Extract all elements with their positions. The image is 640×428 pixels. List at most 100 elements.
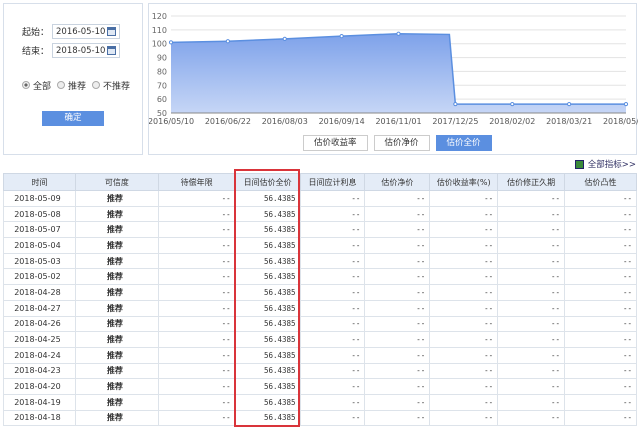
data-point[interactable] <box>510 101 515 107</box>
table-cell: -- <box>564 221 637 239</box>
radio-icon[interactable] <box>92 81 101 89</box>
calendar-icon[interactable] <box>107 27 117 36</box>
data-point[interactable] <box>567 101 572 107</box>
table-cell: -- <box>564 299 637 317</box>
table-cell: 56.4385 <box>234 331 301 348</box>
table-cell: -- <box>157 315 236 333</box>
data-point[interactable] <box>225 39 230 44</box>
table-cell: -- <box>157 331 236 348</box>
end-date-row: 结束： 2018-05-10 <box>22 43 121 58</box>
all-indicators-label[interactable]: 全部指标>> <box>588 158 636 170</box>
table-cell: -- <box>157 237 236 254</box>
radio-recommended[interactable]: 推荐 <box>57 79 86 92</box>
column-header[interactable]: 待偿年限 <box>157 173 236 191</box>
table-cell: -- <box>564 284 637 301</box>
y-tick-label: 110 <box>152 26 167 35</box>
table-cell: -- <box>364 284 431 301</box>
excel-icon[interactable] <box>574 159 584 169</box>
radio-all[interactable]: 全部 <box>22 79 51 92</box>
table-cell: -- <box>429 346 499 364</box>
radio-icon[interactable] <box>57 81 66 89</box>
table-cell: -- <box>429 393 499 411</box>
table-cell: 推荐 <box>74 362 159 380</box>
calendar-icon[interactable] <box>107 46 117 55</box>
table-row: 2018-04-24 推荐 -- 56.4385 -- -- -- -- -- <box>3 346 637 364</box>
table-cell: -- <box>364 362 431 380</box>
end-date-input[interactable]: 2018-05-10 <box>52 43 121 58</box>
table-cell: 56.4385 <box>234 205 301 223</box>
table-cell: -- <box>564 378 637 395</box>
table-cell: 2018-04-28 <box>3 284 76 301</box>
table-cell: 2018-04-26 <box>3 315 76 333</box>
price-chart: 50607080901001101202016/05/10 2016/06/22 2… <box>149 12 638 126</box>
data-point[interactable] <box>282 36 287 41</box>
y-tick-label: 80 <box>157 67 167 76</box>
data-point[interactable] <box>339 33 344 39</box>
table-cell: -- <box>157 221 236 239</box>
column-header[interactable]: 估价收益率(%) <box>429 173 499 191</box>
table-row: 2018-04-23 推荐 -- 56.4385 -- -- -- -- -- <box>3 362 637 380</box>
table-cell: -- <box>497 362 566 380</box>
table-cell: -- <box>364 378 431 395</box>
column-header[interactable]: 日间估价全价 <box>234 173 301 191</box>
table-cell: 2018-04-20 <box>3 378 76 395</box>
table-header: 时间 可信度 待偿年限 日间估价全价 日间应计利息 估价净价 估价收益率(%) 估价修正久期估… <box>3 173 637 191</box>
tab-yield[interactable]: 估价收益率 <box>303 135 368 151</box>
tab-full-price[interactable]: 估价全价 <box>435 135 492 151</box>
table-cell: 56.4385 <box>234 237 301 254</box>
table-cell: -- <box>364 205 431 223</box>
table-cell: -- <box>299 393 366 411</box>
tab-net-price[interactable]: 估价净价 <box>373 135 430 151</box>
radio-label: 全部 <box>33 82 52 92</box>
table-cell: -- <box>364 409 431 427</box>
column-header[interactable]: 估价修正久期 <box>497 173 566 191</box>
filter-panel: 起始： 2016-05-10 结束： 2018-05-10 全部 推荐 不推荐 … <box>3 3 143 155</box>
radio-icon[interactable] <box>22 81 30 89</box>
start-label: 起始： <box>22 28 50 38</box>
table-cell: -- <box>497 237 566 254</box>
table-row: 2018-05-07 推荐 -- 56.4385 -- -- -- -- -- <box>3 221 637 239</box>
confirm-button[interactable]: 确定 <box>42 111 104 126</box>
table-cell: -- <box>364 252 431 270</box>
table-cell: 推荐 <box>74 284 159 301</box>
radio-not-recommended[interactable]: 不推荐 <box>92 79 130 92</box>
all-indicators-link[interactable]: 全部指标>> <box>574 158 636 170</box>
x-tick-label: 2018/02/02 <box>489 117 535 126</box>
table-cell: -- <box>299 409 366 427</box>
table-cell: 56.4385 <box>234 346 301 364</box>
table-cell: 56.4385 <box>234 268 301 286</box>
x-tick-label: 2018/03/21 <box>546 117 592 126</box>
y-tick-label: 100 <box>152 40 167 49</box>
start-date-input[interactable]: 2016-05-10 <box>52 24 121 39</box>
table-cell: -- <box>429 284 499 301</box>
table-cell: -- <box>429 237 499 254</box>
table-cell: -- <box>157 205 236 223</box>
data-point[interactable] <box>396 31 401 36</box>
column-header[interactable]: 日间应计利息 <box>299 173 366 191</box>
table-cell: 2018-04-24 <box>3 346 76 364</box>
column-header[interactable]: 可信度 <box>74 173 159 191</box>
table-cell: -- <box>564 393 637 411</box>
data-point[interactable] <box>168 40 174 45</box>
column-header[interactable]: 估价凸性 <box>564 173 637 191</box>
table-cell: 2018-05-04 <box>3 237 76 254</box>
table-row: 2018-04-18 推荐 -- 56.4385 -- -- -- -- -- <box>3 409 637 427</box>
table-cell: -- <box>429 315 499 333</box>
column-header[interactable]: 估价净价 <box>364 173 431 191</box>
data-point[interactable] <box>453 101 458 107</box>
table-cell: -- <box>429 252 499 270</box>
column-header[interactable]: 时间 <box>3 173 76 191</box>
table-cell: 推荐 <box>74 393 159 411</box>
table-cell: -- <box>497 346 566 364</box>
start-date-value: 2016-05-10 <box>56 26 106 37</box>
data-point[interactable] <box>623 101 629 107</box>
table-cell: -- <box>299 362 366 380</box>
table-cell: 56.4385 <box>234 393 301 411</box>
table-cell: -- <box>157 346 236 364</box>
recommend-radio-group: 全部 推荐 不推荐 <box>22 79 130 92</box>
table-cell: -- <box>157 190 236 207</box>
table-row: 2018-04-26 推荐 -- 56.4385 -- -- -- -- -- <box>3 315 637 333</box>
table-cell: -- <box>299 205 366 223</box>
x-tick-label: 2016/11/01 <box>375 117 421 126</box>
table-cell: 56.4385 <box>234 378 301 395</box>
